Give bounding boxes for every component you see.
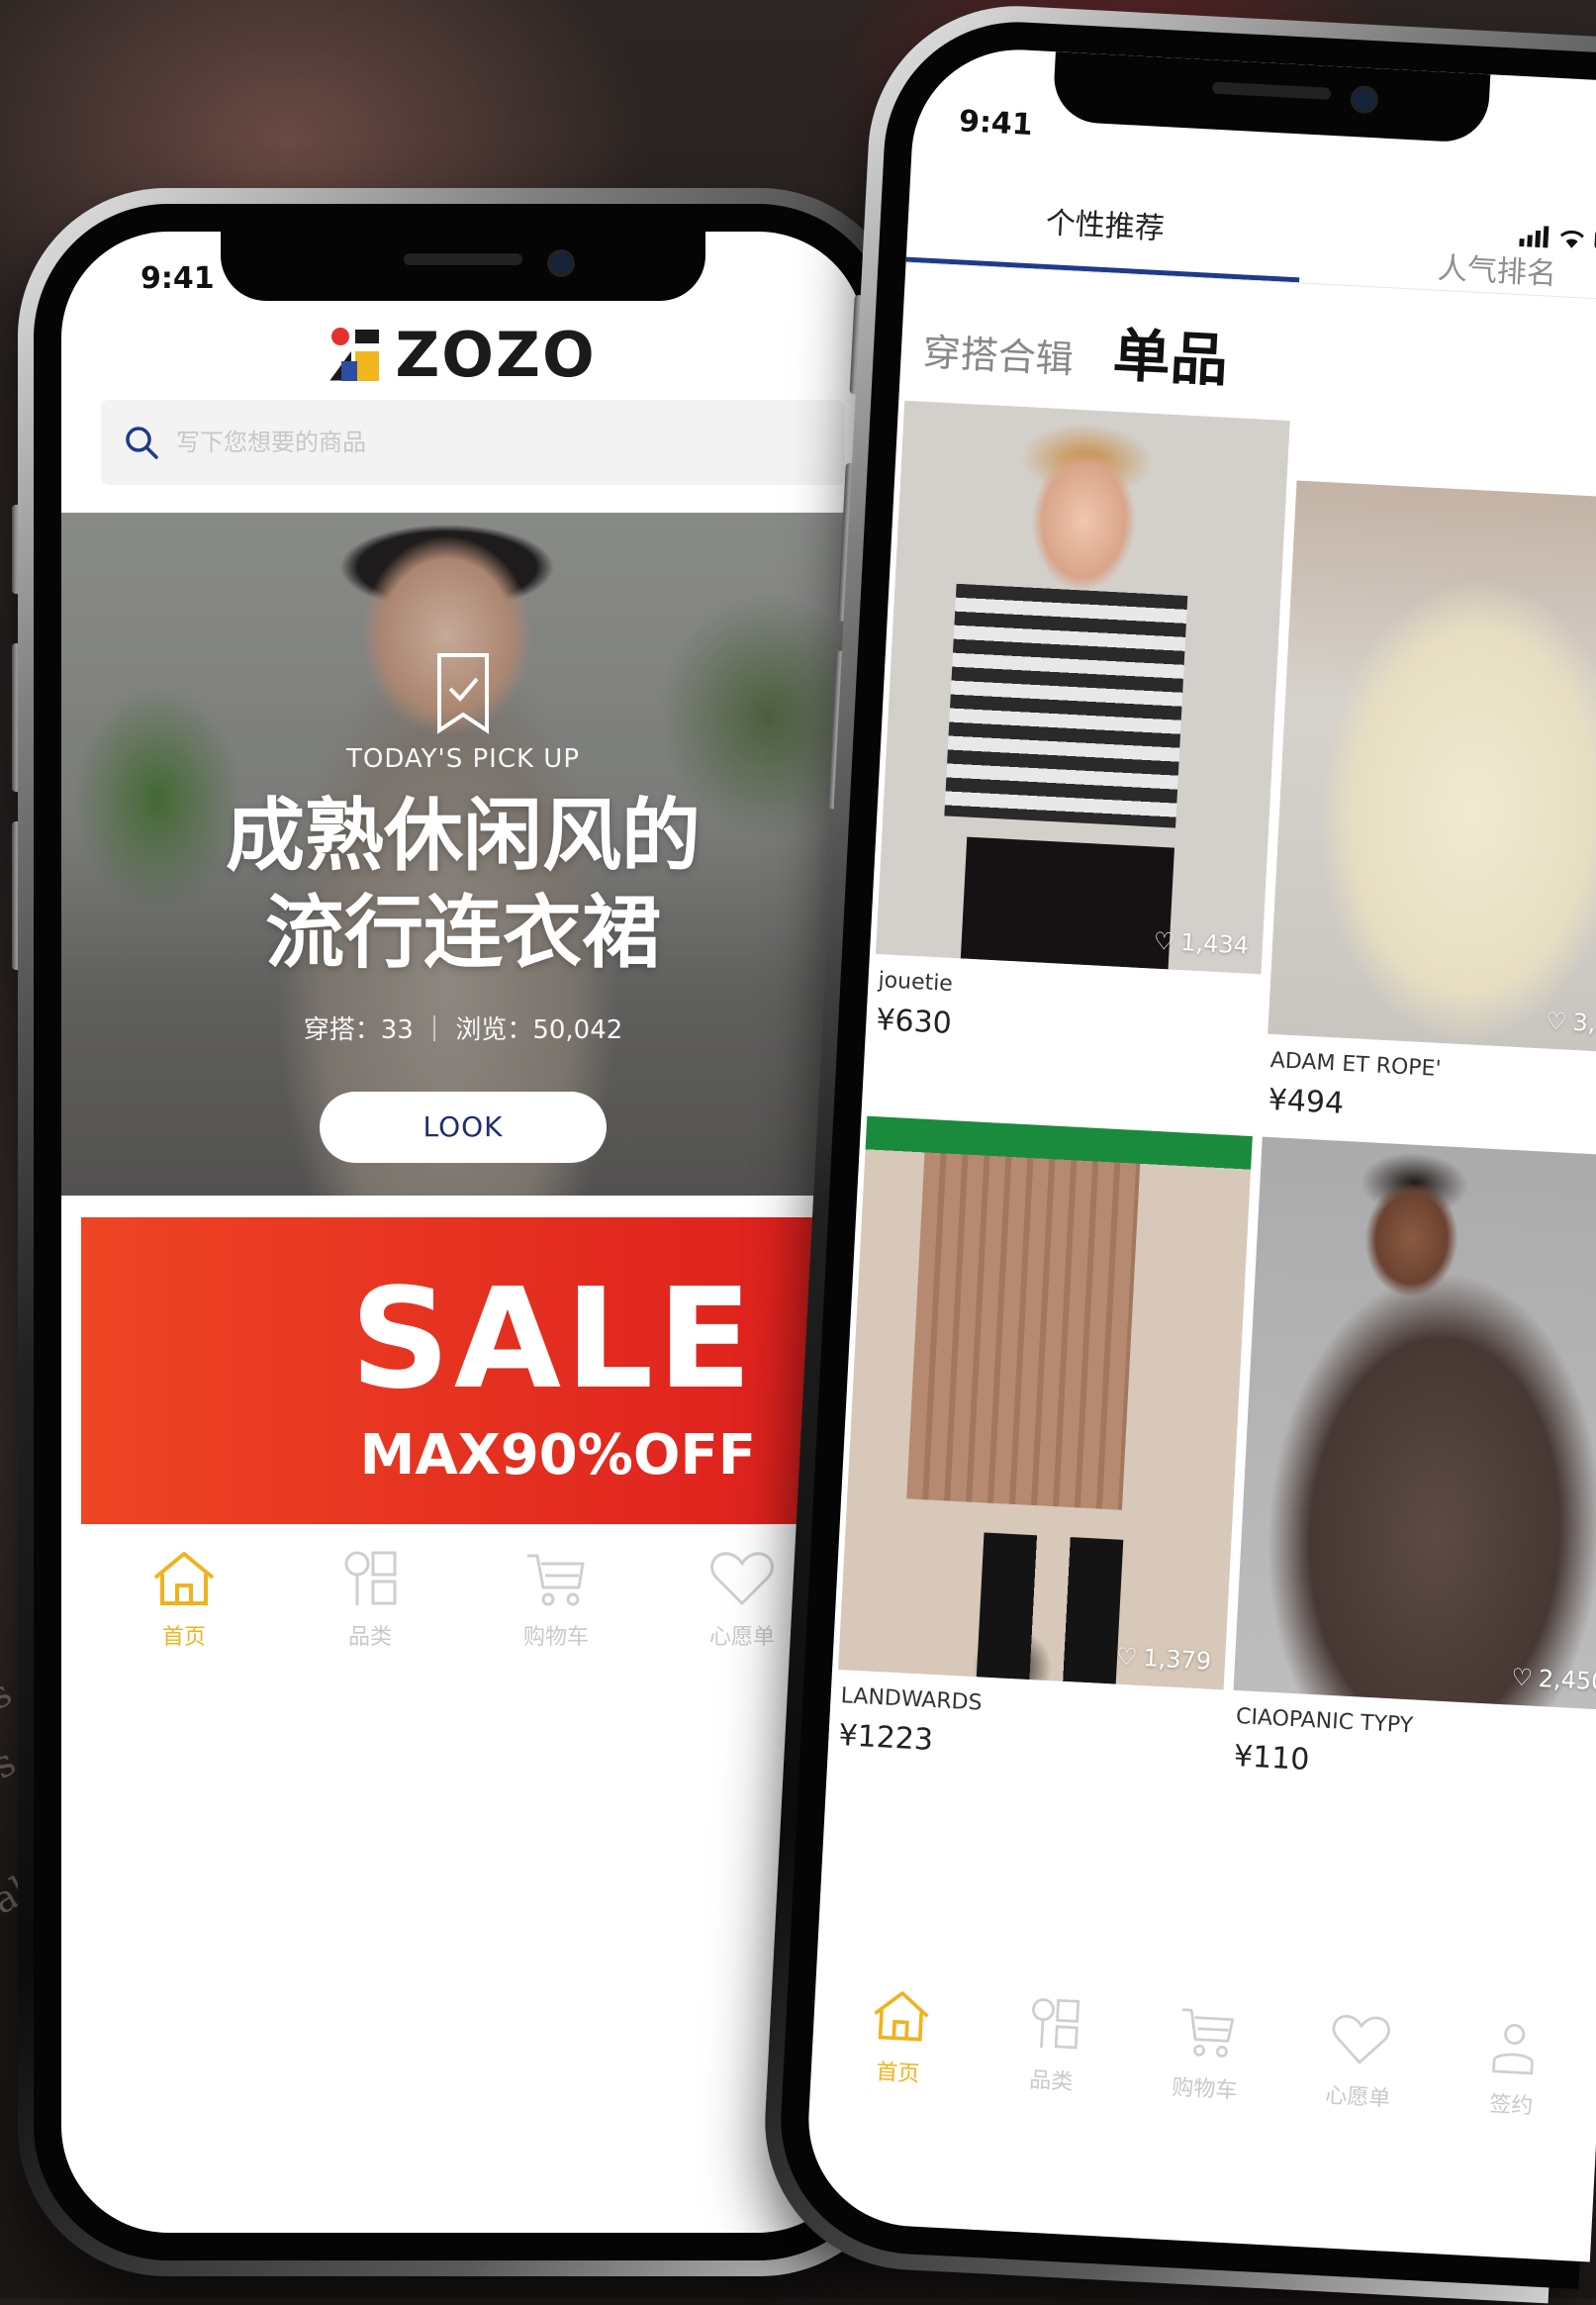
phone-screen: 9:41 ZOZO 写下您想要的商品 TODAY'S PICK UP 成熟休闲风… [61, 232, 865, 2233]
product-card[interactable]: ♡ 1,434 jouetie ¥630 [868, 400, 1290, 1116]
bottom-tabbar: 首页 品类 购物车 [61, 1548, 865, 1651]
sale-subtitle: MAX90%OFF [359, 1423, 756, 1488]
bottom-tabbar: 首页 品类 购物车 [810, 1981, 1596, 2124]
like-count[interactable]: ♡ 1,379 [1115, 1643, 1212, 1676]
heart-icon [710, 1552, 774, 1605]
tab-label: 心愿单 [708, 1625, 775, 1650]
tab-label: 购物车 [1171, 2075, 1238, 2104]
product-card[interactable]: ♡ 3,123 ADAM ET ROPE' ¥494 [1264, 480, 1596, 1138]
heart-icon [1332, 2015, 1391, 2065]
home-icon [873, 1991, 929, 2042]
tab-label: 品类 [1028, 2067, 1074, 2095]
heart-icon: ♡ [1153, 926, 1176, 956]
zozo-logo-icon [329, 327, 381, 383]
cart-icon [527, 1554, 585, 1606]
product-image: ♡ 1,434 [875, 400, 1290, 975]
signal-icon [1519, 226, 1549, 248]
top-tabs: 个性推荐 人气排名 [906, 163, 1596, 304]
app-logo[interactable]: ZOZO [61, 319, 865, 391]
user-icon [1492, 2024, 1535, 2075]
product-card[interactable]: ♡ 1,379 LANDWARDS ¥1223 [834, 1115, 1253, 1774]
hero-title-line1: 成熟休闲风的 [226, 790, 701, 882]
tab-wishlist[interactable]: 心愿单 [1288, 2006, 1432, 2114]
hero-banner[interactable]: TODAY'S PICK UP 成熟休闲风的 流行连衣裙 穿搭：33 ｜ 浏览：… [61, 513, 865, 1196]
product-price: ¥110 [1233, 1739, 1311, 1777]
phone-screen: 9:41 个性推荐 人气排名 穿搭合辑 单品 ♡ 1,434 jouetie ¥… [802, 44, 1596, 2262]
search-bar[interactable] [101, 400, 845, 485]
pick-label: TODAY'S PICK UP [346, 744, 580, 774]
subtab-outfits[interactable]: 穿搭合辑 [922, 322, 1076, 384]
heart-icon: ♡ [1115, 1642, 1139, 1672]
tab-label: 签约 [1488, 2092, 1534, 2120]
tab-category[interactable]: 品类 [982, 1990, 1125, 2098]
sale-title: SALE [349, 1259, 756, 1420]
home-icon [153, 1552, 215, 1605]
category-icon [344, 1551, 397, 1605]
product-image: ♡ 2,450 [1233, 1136, 1596, 1711]
heart-icon: ♡ [1510, 1663, 1534, 1692]
look-button[interactable]: LOOK [320, 1092, 607, 1163]
product-image: ♡ 3,123 [1267, 480, 1596, 1055]
phone-right: 9:41 个性推荐 人气排名 穿搭合辑 单品 ♡ 1,434 jouetie ¥… [757, 0, 1596, 2304]
tab-label: 心愿单 [1324, 2083, 1391, 2112]
product-grid: ♡ 1,434 jouetie ¥630 ♡ 3,123 ADAM ET ROPE'… [828, 400, 1596, 1793]
logo-text: ZOZO [395, 319, 597, 391]
tab-home[interactable]: 首页 [110, 1548, 258, 1651]
status-time: 9:41 [141, 261, 215, 296]
sale-banner[interactable]: SALE MAX90%OFF [81, 1217, 865, 1524]
sub-tabs: 穿搭合辑 单品 [921, 299, 1230, 398]
product-price: ¥1223 [837, 1718, 934, 1759]
hero-title: 成熟休闲风的 流行连衣裙 [61, 788, 865, 982]
search-input[interactable] [174, 428, 673, 457]
tab-label: 购物车 [522, 1625, 589, 1650]
category-icon [1031, 1998, 1080, 2050]
product-price: ¥494 [1267, 1082, 1345, 1121]
tab-label: 首页 [875, 2060, 920, 2087]
tab-cart[interactable]: 购物车 [482, 1548, 630, 1651]
like-count[interactable]: ♡ 1,434 [1153, 927, 1250, 960]
notch [221, 232, 705, 301]
cart-icon [1181, 2008, 1235, 2058]
product-image: ♡ 1,379 [838, 1115, 1253, 1690]
hero-content: TODAY'S PICK UP 成熟休闲风的 流行连衣裙 穿搭：33 ｜ 浏览：… [61, 651, 865, 1163]
tab-account[interactable]: 签约 [1442, 2015, 1585, 2123]
subtab-items[interactable]: 单品 [1111, 309, 1230, 398]
status-time: 9:41 [958, 104, 1034, 144]
like-count[interactable]: ♡ 2,450 [1511, 1664, 1596, 1696]
tab-home[interactable]: 首页 [828, 1982, 972, 2090]
wifi-icon [1559, 230, 1584, 248]
search-icon [126, 427, 158, 459]
tab-label: 品类 [347, 1625, 392, 1650]
tab-category[interactable]: 品类 [296, 1548, 444, 1651]
product-card[interactable]: ♡ 2,450 CIAOPANIC TYPY ¥110 [1229, 1136, 1596, 1794]
tab-cart[interactable]: 购物车 [1135, 1998, 1278, 2106]
product-price: ¥630 [875, 1003, 953, 1042]
hero-title-line2: 流行连衣裙 [265, 887, 661, 979]
heart-icon: ♡ [1545, 1007, 1568, 1036]
like-count[interactable]: ♡ 3,123 [1545, 1007, 1596, 1039]
tab-label: 首页 [161, 1625, 206, 1650]
bookmark-check-icon [437, 653, 489, 734]
hero-stats: 穿搭：33 ｜ 浏览：50,042 [303, 1015, 623, 1045]
